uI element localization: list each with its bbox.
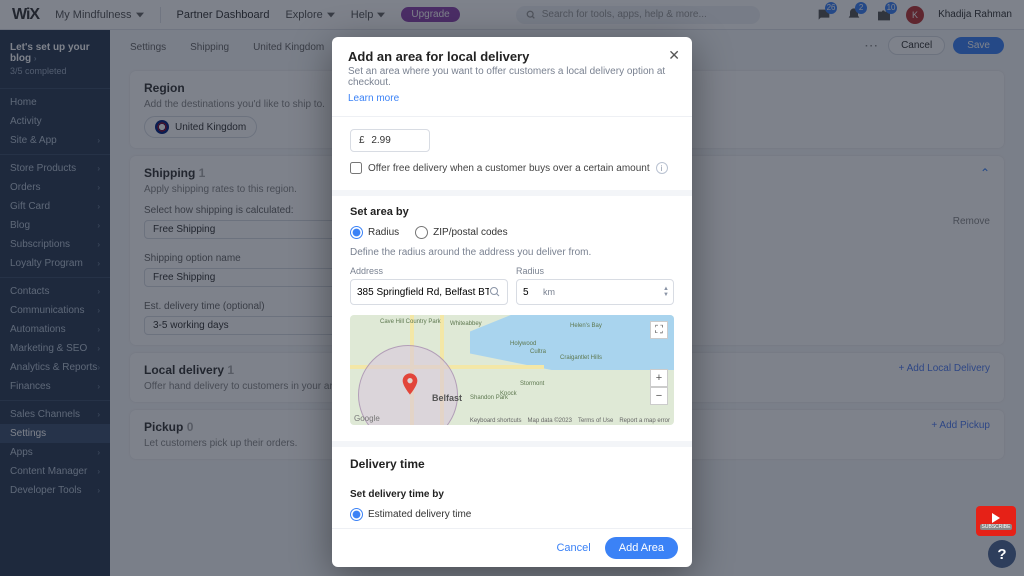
play-icon — [992, 513, 1000, 523]
map-label: Cave Hill Country Park — [380, 319, 441, 325]
set-area-heading: Set area by — [350, 206, 674, 218]
delivery-time-heading: Delivery time — [350, 457, 674, 471]
radio-est-time[interactable]: Estimated delivery time — [350, 508, 471, 521]
define-radius-hint: Define the radius around the address you… — [350, 247, 674, 258]
radio-zip[interactable]: ZIP/postal codes — [415, 226, 507, 239]
radius-input[interactable]: km ▲▼ — [516, 279, 674, 305]
learn-more-link[interactable]: Learn more — [348, 93, 399, 104]
search-icon[interactable] — [489, 286, 501, 298]
modal-cancel-button[interactable]: Cancel — [556, 542, 590, 554]
zoom-out-icon[interactable]: − — [650, 387, 668, 405]
delivery-time-section: Delivery time Set delivery time by Estim… — [332, 447, 692, 528]
info-icon[interactable]: i — [656, 162, 668, 174]
modal-title: Add an area for local delivery — [348, 49, 676, 64]
step-down-icon[interactable]: ▼ — [663, 292, 669, 298]
zoom-in-icon[interactable]: + — [650, 369, 668, 387]
address-field[interactable] — [357, 287, 489, 298]
set-delivery-by-heading: Set delivery time by — [350, 489, 674, 500]
map-pin-icon — [402, 373, 418, 389]
radio-radius[interactable]: Radius — [350, 226, 399, 239]
youtube-subscribe-badge[interactable]: SUBSCRIBE — [976, 506, 1016, 536]
map-credit[interactable]: Keyboard shortcuts — [470, 418, 522, 424]
map-credit: Map data ©2023 — [528, 418, 572, 424]
free-over-checkbox-row[interactable]: Offer free delivery when a customer buys… — [350, 162, 674, 174]
free-over-label: Offer free delivery when a customer buys… — [368, 163, 650, 174]
map-credit[interactable]: Report a map error — [619, 418, 670, 424]
fullscreen-icon[interactable]: ⛶ — [650, 321, 668, 339]
close-icon[interactable]: ✕ — [668, 47, 680, 64]
currency-symbol: £ — [359, 135, 365, 146]
modal-body[interactable]: £ 2.99 Offer free delivery when a custom… — [332, 117, 692, 528]
map-label-belfast: Belfast — [432, 393, 462, 403]
delivery-price-input[interactable]: £ 2.99 — [350, 129, 430, 152]
google-logo: Google — [354, 414, 380, 423]
help-bubble[interactable]: ? — [988, 540, 1016, 568]
modal-header: ✕ Add an area for local delivery Set an … — [332, 37, 692, 117]
map-label: Holywood — [510, 341, 536, 347]
map-credit[interactable]: Terms of Use — [578, 418, 613, 424]
price-value: 2.99 — [371, 135, 390, 146]
map-label: Cultra — [530, 349, 546, 355]
map-label: Helen's Bay — [570, 323, 602, 329]
set-area-section: Set area by Radius ZIP/postal codes Defi… — [332, 196, 692, 447]
delivery-area-map[interactable]: Belfast Cave Hill Country Park Whiteabbe… — [350, 315, 674, 425]
radius-unit: km — [543, 287, 555, 297]
radius-field[interactable] — [523, 287, 539, 298]
address-input[interactable] — [350, 279, 508, 305]
add-local-delivery-modal: ✕ Add an area for local delivery Set an … — [332, 37, 692, 567]
radius-label: Radius — [516, 266, 674, 276]
free-over-checkbox[interactable] — [350, 162, 362, 174]
subscribe-label: SUBSCRIBE — [980, 524, 1013, 530]
map-label: Craigantlet Hills — [560, 355, 602, 361]
modal-subtitle: Set an area where you want to offer cust… — [348, 66, 676, 88]
map-credits: Keyboard shortcuts Map data ©2023 Terms … — [470, 418, 670, 424]
map-label: Knock — [500, 391, 517, 397]
address-label: Address — [350, 266, 508, 276]
map-label: Whiteabbey — [450, 321, 482, 327]
add-area-button[interactable]: Add Area — [605, 537, 678, 559]
radius-stepper[interactable]: ▲▼ — [663, 286, 669, 298]
map-label: Stormont — [520, 381, 544, 387]
modal-footer: Cancel Add Area — [332, 528, 692, 567]
